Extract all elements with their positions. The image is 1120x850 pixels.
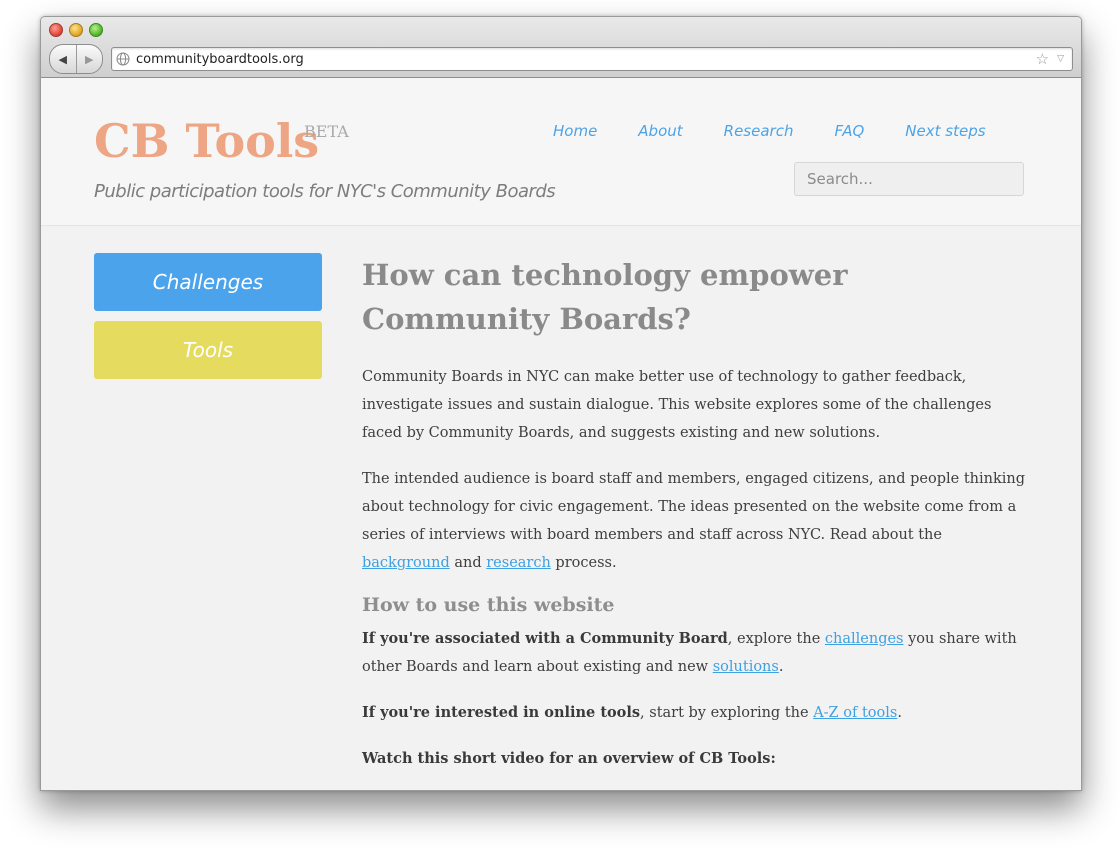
challenges-button[interactable]: Challenges	[94, 253, 322, 311]
az-tools-link[interactable]: A-Z of tools	[813, 705, 897, 721]
nav-research[interactable]: Research	[724, 122, 794, 140]
tools-button[interactable]: Tools	[94, 321, 322, 379]
howto-heading: How to use this website	[362, 594, 615, 616]
bookmark-star-icon[interactable]: ☆	[1036, 50, 1049, 68]
assoc-period: .	[778, 659, 784, 675]
nav-faq[interactable]: FAQ	[834, 122, 864, 140]
site-logo[interactable]: CB Tools	[94, 114, 319, 168]
url-text: communityboardtools.org	[136, 51, 304, 67]
online-period: .	[897, 705, 902, 721]
site-header: CB Tools BETA Public participation tools…	[41, 78, 1081, 226]
beta-badge: BETA	[304, 122, 349, 141]
assoc-bold-text: If you're associated with a Community Bo…	[362, 630, 728, 647]
globe-icon	[116, 52, 130, 66]
online-tools-paragraph: If you're interested in online tools, st…	[362, 699, 1027, 727]
challenges-link[interactable]: challenges	[825, 631, 904, 647]
solutions-link[interactable]: solutions	[713, 659, 779, 675]
maximize-window-button[interactable]	[89, 23, 103, 37]
community-board-paragraph: If you're associated with a Community Bo…	[362, 625, 1027, 681]
audience-paragraph: The intended audience is board staff and…	[362, 465, 1027, 577]
nav-about[interactable]: About	[638, 122, 682, 140]
video-bold-text: Watch this short video for an overview o…	[362, 750, 776, 767]
browser-chrome: ◀ ▶ communityboardtools.org ☆ ▽	[41, 17, 1081, 78]
online-text: , start by exploring the	[640, 705, 809, 721]
page-title: How can technology empower Community Boa…	[362, 258, 848, 336]
background-link[interactable]: background	[362, 555, 450, 571]
and-text: and	[454, 555, 482, 571]
research-link[interactable]: research	[486, 555, 551, 571]
back-button[interactable]: ◀	[50, 45, 76, 73]
process-text: process.	[555, 555, 617, 571]
nav-next-steps[interactable]: Next steps	[905, 122, 985, 140]
main-nav: Home About Research FAQ Next steps	[553, 122, 986, 140]
audience-text: The intended audience is board staff and…	[362, 471, 1026, 543]
online-bold-text: If you're interested in online tools	[362, 704, 641, 721]
address-bar[interactable]: communityboardtools.org ☆ ▽	[111, 47, 1073, 71]
video-paragraph: Watch this short video for an overview o…	[362, 745, 1027, 773]
page-viewport: CB Tools BETA Public participation tools…	[41, 78, 1081, 790]
forward-button[interactable]: ▶	[75, 45, 103, 73]
site-tagline: Public participation tools for NYC's Com…	[94, 181, 556, 202]
history-buttons: ◀ ▶	[49, 44, 103, 74]
sidebar: Challenges Tools	[94, 253, 322, 389]
browser-window: ◀ ▶ communityboardtools.org ☆ ▽ CB Tools…	[40, 16, 1082, 791]
main-content: How can technology empower Community Boa…	[362, 253, 1027, 790]
dropdown-arrow-icon[interactable]: ▽	[1057, 54, 1064, 64]
close-window-button[interactable]	[49, 23, 63, 37]
intro-paragraph: Community Boards in NYC can make better …	[362, 369, 992, 441]
nav-home[interactable]: Home	[553, 122, 597, 140]
search-input[interactable]	[794, 162, 1024, 196]
assoc-text-1: , explore the	[727, 631, 821, 647]
minimize-window-button[interactable]	[69, 23, 83, 37]
